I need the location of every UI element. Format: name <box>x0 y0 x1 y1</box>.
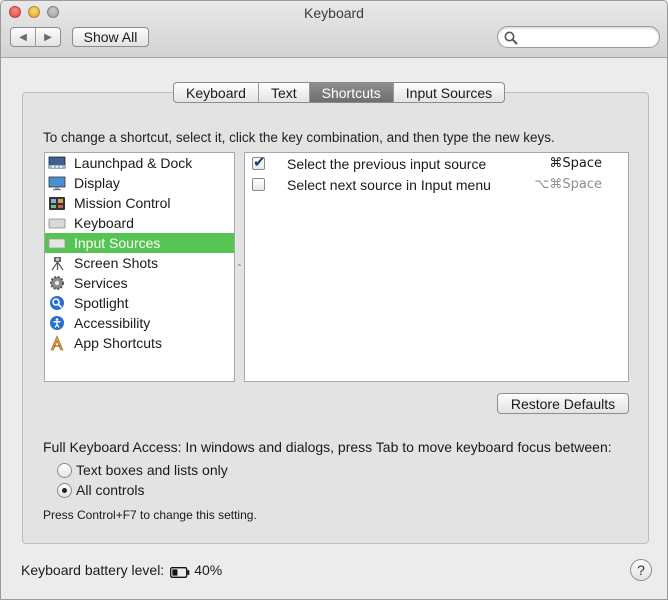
category-label: Accessibility <box>74 315 151 331</box>
full-keyboard-access-label: Full Keyboard Access: In windows and dia… <box>43 439 612 455</box>
forward-arrow-icon: ▶ <box>44 31 52 43</box>
tab-input-sources[interactable]: Input Sources <box>394 83 504 102</box>
battery-label: Keyboard battery level: <box>21 562 165 578</box>
instruction-text: To change a shortcut, select it, click t… <box>43 130 555 145</box>
category-accessibility[interactable]: Accessibility <box>45 313 234 333</box>
help-button[interactable]: ? <box>630 559 652 581</box>
forward-button[interactable]: ▶ <box>36 28 60 46</box>
category-screen-shots[interactable]: Screen Shots <box>45 253 234 273</box>
shortcut-row[interactable]: Select the previous input source ⌘Space <box>245 153 628 174</box>
shortcut-label: Select next source in Input menu <box>287 177 491 193</box>
accessibility-icon <box>48 315 66 331</box>
category-mission-control[interactable]: Mission Control <box>45 193 234 213</box>
services-gear-icon <box>48 275 66 291</box>
battery-icon <box>170 565 190 578</box>
display-icon <box>48 175 66 191</box>
category-label: Keyboard <box>74 215 134 231</box>
mission-control-icon <box>48 195 66 211</box>
radio-all-controls[interactable]: All controls <box>57 482 144 498</box>
battery-status: Keyboard battery level: 40% <box>21 562 222 578</box>
category-label: Mission Control <box>74 195 171 211</box>
app-shortcuts-icon <box>48 335 66 351</box>
battery-level-value: 40% <box>194 562 223 578</box>
shortcut-key-combination[interactable]: ⌥⌘Space <box>534 177 602 192</box>
keyboard-access-hint: Press Control+F7 to change this setting. <box>43 508 257 522</box>
tab-bar: Keyboard Text Shortcuts Input Sources <box>173 82 506 103</box>
category-label: Screen Shots <box>74 255 159 271</box>
launchpad-dock-icon <box>48 155 66 171</box>
category-services[interactable]: Services <box>45 273 234 293</box>
category-list[interactable]: Launchpad & Dock Display Mission Control… <box>44 152 235 382</box>
category-spotlight[interactable]: Spotlight <box>45 293 234 313</box>
radio-label: All controls <box>76 482 145 498</box>
shortcut-enable-checkbox[interactable] <box>252 153 266 171</box>
shortcut-key-combination[interactable]: ⌘Space <box>549 156 602 171</box>
tab-keyboard[interactable]: Keyboard <box>174 83 259 102</box>
category-label: Input Sources <box>74 235 161 251</box>
shortcut-list[interactable]: Select the previous input source ⌘Space … <box>244 152 629 382</box>
back-forward-control: ◀ ▶ <box>10 27 61 47</box>
tab-shortcuts[interactable]: Shortcuts <box>309 83 394 102</box>
search-field[interactable] <box>497 26 660 48</box>
screen-shots-icon <box>48 255 66 271</box>
back-button[interactable]: ◀ <box>11 28 36 46</box>
category-label: Launchpad & Dock <box>74 155 193 171</box>
restore-defaults-button[interactable]: Restore Defaults <box>497 393 629 414</box>
preferences-window: Keyboard ◀ ▶ Show All Keyboard Text Shor… <box>0 0 668 600</box>
category-display[interactable]: Display <box>45 173 234 193</box>
radio-button[interactable] <box>57 482 72 498</box>
input-sources-icon <box>48 235 66 251</box>
category-input-sources[interactable]: Input Sources <box>45 233 234 253</box>
radio-button[interactable] <box>57 462 72 478</box>
show-all-button[interactable]: Show All <box>72 27 149 47</box>
window-title: Keyboard <box>304 5 364 21</box>
category-label: Services <box>74 275 128 291</box>
shortcut-label: Select the previous input source <box>287 156 487 172</box>
category-label: App Shortcuts <box>74 335 162 351</box>
category-launchpad-dock[interactable]: Launchpad & Dock <box>45 153 234 173</box>
category-label: Spotlight <box>74 295 129 311</box>
keyboard-icon <box>48 215 66 231</box>
search-icon <box>504 31 518 45</box>
radio-text-boxes-lists[interactable]: Text boxes and lists only <box>57 462 228 478</box>
back-arrow-icon: ◀ <box>19 31 27 43</box>
split-resize-grip[interactable]: ⌃ <box>236 263 243 272</box>
tab-text[interactable]: Text <box>259 83 310 102</box>
spotlight-icon <box>48 295 66 311</box>
radio-label: Text boxes and lists only <box>76 462 228 478</box>
shortcut-enable-checkbox[interactable] <box>252 178 265 191</box>
title-bar: Keyboard ◀ ▶ Show All <box>1 1 667 58</box>
category-keyboard[interactable]: Keyboard <box>45 213 234 233</box>
category-label: Display <box>74 175 120 191</box>
category-app-shortcuts[interactable]: App Shortcuts <box>45 333 234 353</box>
shortcut-row[interactable]: Select next source in Input menu ⌥⌘Space <box>245 174 628 195</box>
